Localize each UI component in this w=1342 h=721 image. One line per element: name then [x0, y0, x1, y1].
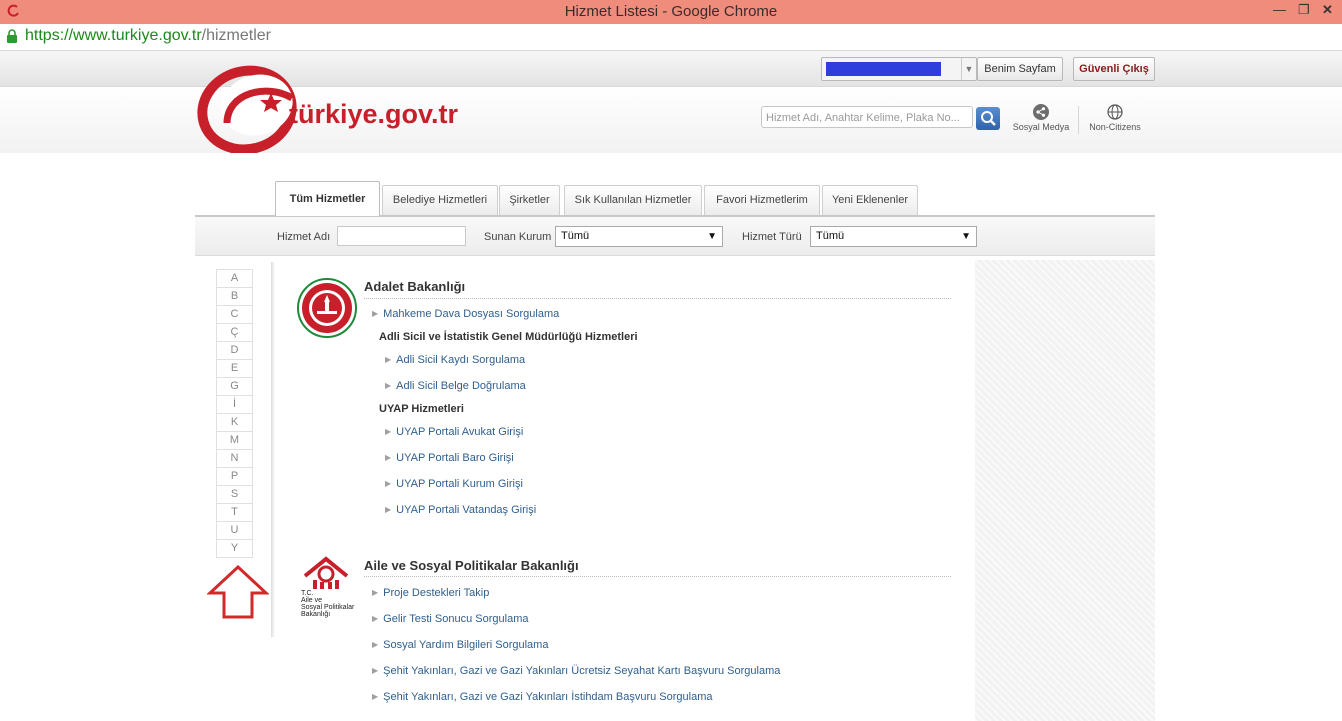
redacted-username	[826, 62, 941, 76]
dropdown-arrow-icon: ▼	[707, 231, 717, 242]
service-link[interactable]: ▶ UYAP Portali Vatandaş Girişi	[385, 504, 536, 516]
alphabet-index: A B C Ç D E G İ K M N P S T U Y	[216, 269, 253, 558]
dropdown-arrow-icon: ▼	[961, 231, 971, 242]
section-title-adalet: Adalet Bakanlığı	[364, 279, 466, 294]
aile-emblem-line: T.C.	[301, 590, 314, 597]
bullet-arrow-icon: ▶	[372, 309, 379, 318]
bullet-arrow-icon: ▶	[385, 355, 392, 364]
letter-link[interactable]: Y	[216, 540, 253, 558]
guvenli-cikis-button[interactable]: Güvenli Çıkış	[1073, 57, 1155, 81]
bullet-arrow-icon: ▶	[385, 453, 392, 462]
content-divider	[271, 262, 275, 637]
search-icon	[981, 111, 996, 126]
header-divider	[1078, 106, 1079, 134]
share-icon	[1033, 104, 1049, 120]
letter-link[interactable]: K	[216, 414, 253, 432]
restore-icon[interactable]: ❐	[1298, 2, 1310, 18]
non-citizens-link[interactable]: Non-Citizens	[1080, 104, 1150, 132]
bullet-arrow-icon: ▶	[385, 427, 392, 436]
service-link[interactable]: ▶ Adli Sicil Belge Doğrulama	[385, 380, 526, 392]
close-icon[interactable]: ✕	[1322, 2, 1333, 18]
service-link[interactable]: ▶ Sosyal Yardım Bilgileri Sorgulama	[372, 639, 548, 651]
service-link[interactable]: ▶ UYAP Portali Baro Girişi	[385, 452, 514, 464]
benim-sayfam-button[interactable]: Benim Sayfam	[977, 57, 1063, 81]
window-title: Hizmet Listesi - Google Chrome	[564, 3, 778, 20]
bullet-arrow-icon: ▶	[372, 692, 379, 701]
letter-link[interactable]: T	[216, 504, 253, 522]
service-link[interactable]: ▶ Proje Destekleri Takip	[372, 587, 489, 599]
letter-link[interactable]: C	[216, 306, 253, 324]
logo-text: türkiye.gov.tr	[289, 99, 459, 129]
url-text[interactable]: https://www.turkiye.gov.tr/hizmetler	[25, 27, 271, 45]
subsection-title-uyap: UYAP Hizmetleri	[379, 403, 464, 415]
tab-sik-kullanilan[interactable]: Sık Kullanılan Hizmetler	[564, 185, 702, 215]
tab-tum-hizmetler[interactable]: Tüm Hizmetler	[275, 181, 380, 216]
search-button[interactable]	[976, 107, 1000, 130]
subsection-title-adli-sicil: Adli Sicil ve İstatistik Genel Müdürlüğü…	[379, 331, 638, 343]
letter-link[interactable]: E	[216, 360, 253, 378]
letter-link[interactable]: İ	[216, 396, 253, 414]
letter-link[interactable]: A	[216, 269, 253, 288]
tab-sirketler[interactable]: Şirketler	[499, 185, 560, 215]
scroll-to-top-arrow-icon[interactable]	[207, 565, 269, 619]
tab-yeni-eklenenler[interactable]: Yeni Eklenenler	[822, 185, 918, 215]
right-side-panel	[975, 260, 1155, 721]
hizmet-adi-input[interactable]	[337, 226, 466, 246]
aile-bakanligi-emblem	[303, 556, 349, 589]
hizmet-turu-select[interactable]: Tümü ▼	[810, 226, 977, 247]
non-citizens-label: Non-Citizens	[1089, 122, 1141, 132]
aile-emblem-line: Bakanlığı	[301, 611, 331, 618]
letter-link[interactable]: B	[216, 288, 253, 306]
globe-icon	[1107, 104, 1123, 120]
letter-link[interactable]: M	[216, 432, 253, 450]
service-tabs: Tüm Hizmetler Belediye Hizmetleri Şirket…	[195, 181, 1155, 217]
hizmet-turu-value: Tümü	[816, 230, 845, 242]
chevron-down-icon[interactable]: ▼	[961, 58, 976, 80]
user-account-select[interactable]: ▼	[821, 57, 977, 81]
letter-link[interactable]: Ç	[216, 324, 253, 342]
aile-emblem-line: Sosyal Politikalar	[301, 604, 355, 611]
adalet-bakanligi-emblem	[297, 278, 357, 338]
lock-icon	[7, 29, 17, 43]
social-media-link[interactable]: Sosyal Medya	[1006, 104, 1076, 132]
minimize-icon[interactable]: —	[1273, 2, 1286, 17]
bullet-arrow-icon: ▶	[372, 666, 379, 675]
letter-link[interactable]: G	[216, 378, 253, 396]
address-bar[interactable]: https://www.turkiye.gov.tr/hizmetler	[0, 24, 1342, 51]
search-input[interactable]: Hizmet Adı, Anahtar Kelime, Plaka No...	[761, 106, 973, 128]
hizmet-adi-label: Hizmet Adı	[277, 231, 331, 243]
service-link[interactable]: ▶ UYAP Portali Avukat Girişi	[385, 426, 523, 438]
tab-belediye-hizmetleri[interactable]: Belediye Hizmetleri	[382, 185, 498, 215]
turkiye-gov-logo[interactable]: türkiye.gov.tr	[197, 63, 497, 153]
service-link[interactable]: ▶ Adli Sicil Kaydı Sorgulama	[385, 354, 525, 366]
bullet-arrow-icon: ▶	[372, 588, 379, 597]
service-link[interactable]: ▶ Gelir Testi Sonucu Sorgulama	[372, 613, 528, 625]
bullet-arrow-icon: ▶	[372, 640, 379, 649]
social-media-label: Sosyal Medya	[1012, 122, 1070, 132]
sunan-kurum-select[interactable]: Tümü ▼	[555, 226, 723, 247]
letter-link[interactable]: S	[216, 486, 253, 504]
letter-link[interactable]: U	[216, 522, 253, 540]
bullet-arrow-icon: ▶	[385, 479, 392, 488]
bullet-arrow-icon: ▶	[385, 381, 392, 390]
aile-emblem-line: Aile ve	[301, 597, 323, 604]
letter-link[interactable]: N	[216, 450, 253, 468]
window-titlebar: Hizmet Listesi - Google Chrome — ❐ ✕	[0, 0, 1342, 24]
sunan-kurum-label: Sunan Kurum	[484, 231, 552, 243]
bullet-arrow-icon: ▶	[385, 505, 392, 514]
letter-link[interactable]: P	[216, 468, 253, 486]
service-link[interactable]: ▶ Şehit Yakınları, Gazi ve Gazi Yakınları…	[372, 665, 780, 677]
sunan-kurum-value: Tümü	[561, 230, 590, 242]
service-link[interactable]: ▶ UYAP Portali Kurum Girişi	[385, 478, 523, 490]
service-link[interactable]: ▶ Şehit Yakınları, Gazi ve Gazi Yakınları…	[372, 691, 713, 703]
service-link[interactable]: ▶ Mahkeme Dava Dosyası Sorgulama	[372, 308, 559, 320]
section-title-aile: Aile ve Sosyal Politikalar Bakanlığı	[364, 558, 579, 573]
section-divider	[364, 298, 951, 299]
tab-favori-hizmetlerim[interactable]: Favori Hizmetlerim	[704, 185, 820, 215]
bullet-arrow-icon: ▶	[372, 614, 379, 623]
section-divider	[364, 576, 951, 577]
hizmet-turu-label: Hizmet Türü	[742, 231, 802, 243]
letter-link[interactable]: D	[216, 342, 253, 360]
